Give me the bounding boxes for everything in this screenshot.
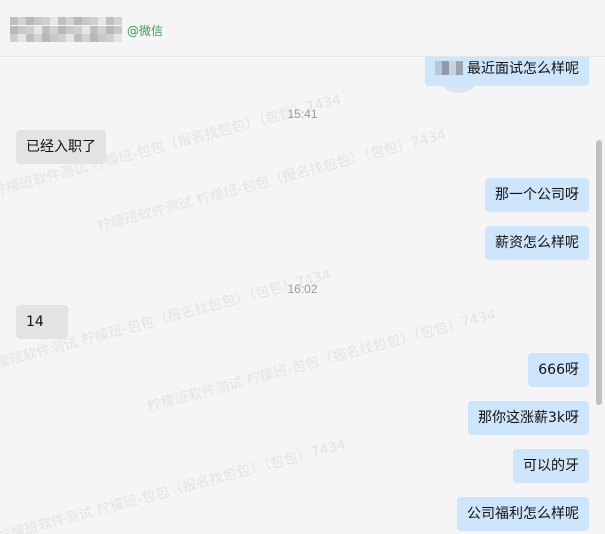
blur-pixel [26, 34, 34, 43]
blur-pixel [66, 34, 74, 43]
blur-pixel [50, 34, 58, 43]
chat-header: @微信 [0, 0, 605, 57]
blur-pixel [34, 25, 42, 34]
blur-pixel [26, 17, 34, 25]
blur-pixel [106, 25, 114, 34]
message-text: 可以的牙 [523, 458, 579, 474]
message-bubble-outgoing[interactable]: 薪资怎么样呢 [485, 226, 589, 260]
message-bubble-outgoing[interactable]: 最近面试怎么样呢 [425, 57, 589, 86]
blur-pixel [18, 25, 26, 34]
message-bubble-outgoing[interactable]: 公司福利怎么样呢 [457, 497, 589, 531]
blur-pixel [18, 34, 26, 43]
blur-pixel [74, 34, 82, 43]
message-bubble-outgoing[interactable]: 那你这涨薪3k呀 [467, 401, 589, 435]
blur-pixel [90, 17, 98, 25]
blur-pixel [106, 17, 114, 25]
blur-pixel [114, 25, 122, 34]
contact-name-blurred[interactable] [10, 17, 122, 43]
blur-pixel [58, 34, 66, 43]
blur-pixel [58, 25, 66, 34]
blur-pixel [98, 17, 106, 25]
blur-pixel [98, 25, 106, 34]
blur-pixel [10, 34, 18, 43]
blur-pixel [42, 17, 50, 25]
blur-pixel [90, 25, 98, 34]
blur-pixel [82, 17, 90, 25]
blur-pixel [50, 25, 58, 34]
blur-pixel [18, 17, 26, 25]
blur-pixel [26, 25, 34, 34]
blur-pixel [50, 17, 58, 25]
blur-pixel [82, 34, 90, 43]
message-text: 公司福利怎么样呢 [467, 506, 579, 522]
blur-pixel [42, 25, 50, 34]
wechat-source-tag: @微信 [127, 24, 164, 38]
message-bubble-outgoing[interactable]: 那一个公司呀 [485, 178, 589, 212]
message-bubble-incoming[interactable]: 已经入职了 [16, 130, 106, 164]
message-bubble-outgoing[interactable]: 可以的牙 [513, 449, 589, 483]
blur-pixel [10, 25, 18, 34]
chat-message-area[interactable]: 柠檬班软件测试 柠檬班-包包（报名找包包）（包包）7434 柠檬班软件测试 柠檬… [0, 57, 605, 534]
blurred-name-prefix [435, 61, 463, 75]
blur-pixel [114, 34, 122, 43]
message-text: 666呀 [538, 362, 579, 378]
blur-pixel [114, 17, 122, 25]
blur-pixel [58, 17, 66, 25]
blur-pixel [74, 17, 82, 25]
blur-pixel [66, 17, 74, 25]
message-text: 最近面试怎么样呢 [467, 61, 579, 77]
blur-pixel [98, 34, 106, 43]
blur-pixel [74, 25, 82, 34]
blur-pixel [106, 34, 114, 43]
blur-pixel [82, 25, 90, 34]
blur-pixel [66, 25, 74, 34]
blur-pixel [34, 17, 42, 25]
message-text: 已经入职了 [26, 139, 96, 155]
watermark: 柠檬班软件测试 柠檬班-包包（报名找包包）（包包）7434 [0, 436, 348, 534]
timestamp: 16:02 [287, 282, 318, 296]
message-text: 薪资怎么样呢 [495, 235, 579, 251]
message-text: 那一个公司呀 [495, 187, 579, 203]
watermark: 柠檬班软件测试 柠檬班-包包（报名找包包）（包包）7434 [95, 126, 448, 236]
message-bubble-incoming[interactable]: 14 [16, 305, 68, 339]
message-text: 14 [26, 314, 44, 330]
blur-pixel [90, 34, 98, 43]
blur-pixel [10, 17, 18, 25]
timestamp: 15:41 [287, 107, 318, 121]
scrollbar-thumb[interactable] [596, 140, 602, 405]
blur-pixel [42, 34, 50, 43]
message-bubble-outgoing[interactable]: 666呀 [528, 353, 589, 387]
message-text: 那你这涨薪3k呀 [477, 410, 579, 426]
watermark: 柠檬班软件测试 柠檬班-包包（报名找包包）（包包）7434 [145, 306, 498, 416]
blur-pixel [34, 34, 42, 43]
